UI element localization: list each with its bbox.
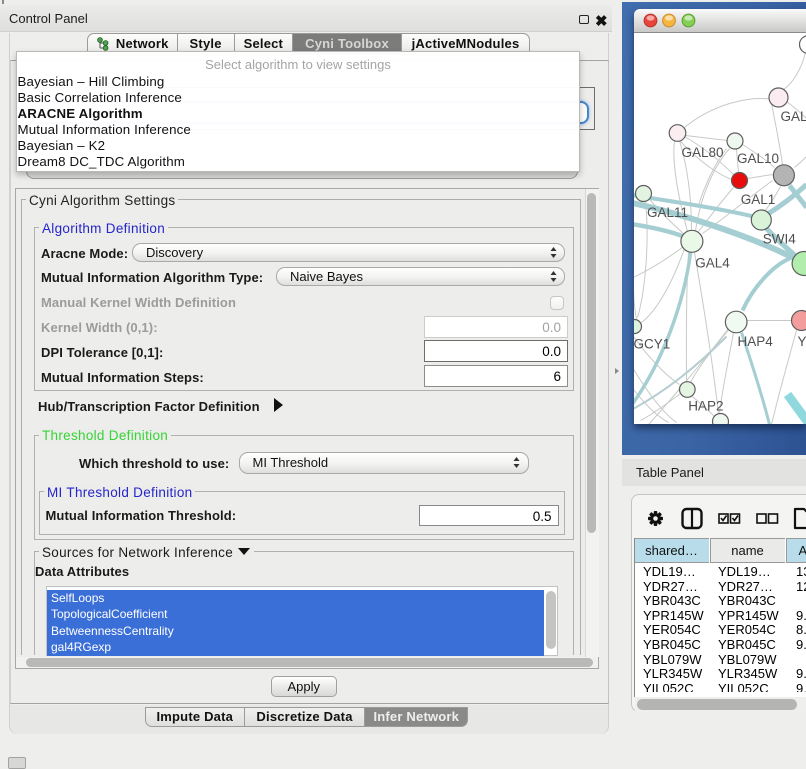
svg-text:GCY1: GCY1 — [634, 336, 670, 351]
svg-text:GAL7: GAL7 — [780, 109, 806, 124]
svg-text:SWI4: SWI4 — [762, 231, 795, 246]
svg-text:GAL1: GAL1 — [740, 191, 775, 206]
svg-text:YJ: YJ — [797, 334, 806, 349]
svg-text:GAL4: GAL4 — [695, 255, 730, 270]
svg-text:GAL11: GAL11 — [646, 205, 687, 220]
svg-text:HAP2: HAP2 — [688, 398, 723, 413]
svg-text:GAL80: GAL80 — [681, 145, 723, 160]
svg-text:GAL10: GAL10 — [737, 151, 779, 166]
svg-text:HAP4: HAP4 — [737, 334, 773, 349]
